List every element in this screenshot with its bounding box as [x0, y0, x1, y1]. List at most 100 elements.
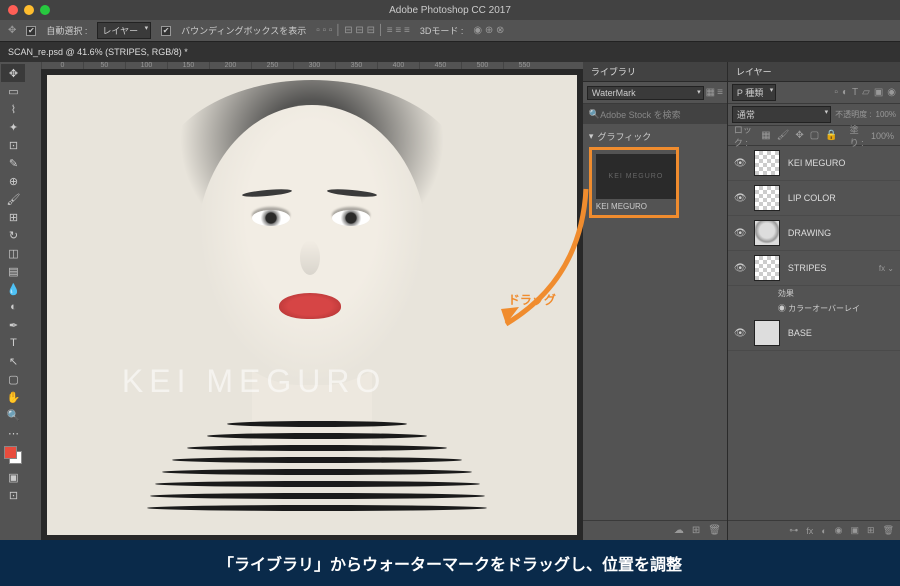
- canvas-wrap: KEI MEGURO ドラッグ: [27, 69, 583, 540]
- document-tabs: SCAN_re.psd @ 41.6% (STRIPES, RGB/8) *: [0, 42, 900, 62]
- titlebar: Adobe Photoshop CC 2017: [0, 0, 900, 20]
- wand-tool[interactable]: ✦: [1, 118, 25, 136]
- gradient-tool[interactable]: ▤: [1, 262, 25, 280]
- bounding-box-label: バウンディングボックスを表示: [181, 24, 306, 37]
- layer-row[interactable]: 👁 BASE: [728, 316, 900, 351]
- stamp-tool[interactable]: ⊞: [1, 208, 25, 226]
- path-tool[interactable]: ↖: [1, 352, 25, 370]
- filter-image-icon[interactable]: ▫: [834, 87, 838, 98]
- layer-effect-item[interactable]: ◉ カラーオーバーレイ: [728, 301, 900, 316]
- filter-adjust-icon[interactable]: ◐: [842, 87, 848, 98]
- adjustment-icon[interactable]: ◉: [835, 525, 843, 536]
- layer-row[interactable]: 👁 KEI MEGURO: [728, 146, 900, 181]
- minimize-icon[interactable]: [24, 5, 34, 15]
- layer-name: BASE: [788, 328, 894, 338]
- more-tool[interactable]: ⋯: [1, 424, 25, 442]
- move-tool[interactable]: ✥: [1, 64, 25, 82]
- new-layer-icon[interactable]: ⊞: [867, 525, 875, 536]
- layer-thumb: [754, 255, 780, 281]
- blur-tool[interactable]: 💧: [1, 280, 25, 298]
- fx-icon[interactable]: fx: [806, 526, 813, 536]
- chevron-down-icon[interactable]: ▾: [589, 131, 594, 142]
- trash-icon[interactable]: 🗑: [708, 525, 721, 536]
- brush-tool[interactable]: 🖌: [1, 190, 25, 208]
- list-view-icon[interactable]: ≡: [717, 87, 723, 98]
- library-section-label: グラフィック: [597, 130, 651, 143]
- app-title: Adobe Photoshop CC 2017: [389, 5, 511, 16]
- lock-move-icon[interactable]: ✥: [795, 130, 803, 141]
- layer-name: DRAWING: [788, 228, 894, 238]
- marquee-tool[interactable]: ▭: [1, 82, 25, 100]
- library-item-watermark[interactable]: KEI MEGURO KEI MEGURO: [589, 147, 679, 218]
- layer-thumb: [754, 150, 780, 176]
- document-tab[interactable]: SCAN_re.psd @ 41.6% (STRIPES, RGB/8) *: [8, 47, 188, 57]
- zoom-tool[interactable]: 🔍: [1, 406, 25, 424]
- library-selector[interactable]: WaterMark: [587, 86, 704, 100]
- library-thumb: KEI MEGURO: [596, 154, 676, 199]
- type-tool[interactable]: T: [1, 334, 25, 352]
- layer-name: KEI MEGURO: [788, 158, 894, 168]
- visibility-icon[interactable]: 👁: [734, 193, 746, 204]
- layers-panel: レイヤー P 種類 ▫ ◐ T ▱ ▣ ◉ 通常 不透明度 : 100%: [728, 62, 900, 540]
- filter-smart-icon[interactable]: ▣: [874, 87, 883, 98]
- mask-icon[interactable]: ◐: [821, 526, 826, 536]
- visibility-icon[interactable]: 👁: [734, 158, 746, 169]
- filter-type-icon[interactable]: T: [852, 87, 858, 98]
- layer-row[interactable]: 👁 LIP COLOR: [728, 181, 900, 216]
- shape-tool[interactable]: ▢: [1, 370, 25, 388]
- lock-trans-icon[interactable]: ▦: [761, 130, 770, 141]
- history-brush-tool[interactable]: ↻: [1, 226, 25, 244]
- lasso-tool[interactable]: ⌇: [1, 100, 25, 118]
- healing-tool[interactable]: ⊕: [1, 172, 25, 190]
- visibility-icon[interactable]: 👁: [734, 228, 746, 239]
- options-bar: ✥ ✔ 自動選択 : レイヤー ✔ バウンディングボックスを表示 ▫ ▫ ▫ │…: [0, 20, 900, 42]
- lock-artboard-icon[interactable]: ▢: [810, 130, 819, 141]
- quickmask-tool[interactable]: ▣: [1, 468, 25, 486]
- lock-label: ロック :: [734, 123, 755, 149]
- layer-row[interactable]: 👁 DRAWING: [728, 216, 900, 251]
- canvas[interactable]: KEI MEGURO ドラッグ: [41, 69, 583, 540]
- dodge-tool[interactable]: ◐: [1, 298, 25, 316]
- window-controls: [8, 5, 50, 15]
- add-icon[interactable]: ⊞: [692, 525, 700, 536]
- filter-shape-icon[interactable]: ▱: [862, 87, 870, 98]
- library-search[interactable]: 🔍 Adobe Stock を検索: [583, 104, 727, 124]
- color-swatches[interactable]: [4, 446, 22, 464]
- lock-paint-icon[interactable]: 🖌: [777, 130, 790, 141]
- library-footer: ☁ ⊞ 🗑: [583, 520, 727, 540]
- fill-value[interactable]: 100%: [871, 131, 894, 141]
- visibility-icon[interactable]: 👁: [734, 263, 746, 274]
- cloud-icon[interactable]: ☁: [674, 525, 684, 536]
- hand-tool[interactable]: ✋: [1, 388, 25, 406]
- auto-select-checkbox[interactable]: ✔: [26, 26, 36, 36]
- eyedropper-tool[interactable]: ✎: [1, 154, 25, 172]
- library-item-name: KEI MEGURO: [596, 202, 672, 211]
- screenmode-tool[interactable]: ⊡: [1, 486, 25, 504]
- filter-toggle-icon[interactable]: ◉: [887, 87, 896, 98]
- close-icon[interactable]: [8, 5, 18, 15]
- layer-row[interactable]: 👁 STRIPES fx ⌄: [728, 251, 900, 286]
- lock-all-icon[interactable]: 🔒: [825, 130, 837, 141]
- layer-thumb: [754, 320, 780, 346]
- trash-icon[interactable]: 🗑: [883, 525, 894, 536]
- pen-tool[interactable]: ✒: [1, 316, 25, 334]
- blend-mode-select[interactable]: 通常: [732, 106, 831, 123]
- eraser-tool[interactable]: ◫: [1, 244, 25, 262]
- bounding-box-checkbox[interactable]: ✔: [161, 26, 171, 36]
- crop-tool[interactable]: ⊡: [1, 136, 25, 154]
- opacity-value[interactable]: 100%: [876, 110, 896, 119]
- layer-thumb: [754, 185, 780, 211]
- photoshop-window: Adobe Photoshop CC 2017 ✥ ✔ 自動選択 : レイヤー …: [0, 0, 900, 540]
- mode-3d-icons[interactable]: ◉ ⊕ ⊗: [473, 25, 504, 36]
- lock-row: ロック : ▦ 🖌 ✥ ▢ 🔒 塗り : 100%: [728, 126, 900, 146]
- auto-select-target[interactable]: レイヤー: [97, 22, 151, 39]
- maximize-icon[interactable]: [40, 5, 50, 15]
- visibility-icon[interactable]: 👁: [734, 328, 746, 339]
- fx-badge[interactable]: fx ⌄: [879, 264, 894, 273]
- layer-filter-type[interactable]: P 種類: [732, 84, 776, 101]
- group-icon[interactable]: ▣: [851, 525, 860, 536]
- align-icons[interactable]: ▫ ▫ ▫ │ ⊟ ⊟ ⊟ │ ≡ ≡ ≡: [316, 25, 410, 36]
- grid-view-icon[interactable]: ▦: [706, 87, 715, 98]
- layer-name: STRIPES: [788, 263, 871, 273]
- link-icon[interactable]: ⊶: [789, 525, 798, 536]
